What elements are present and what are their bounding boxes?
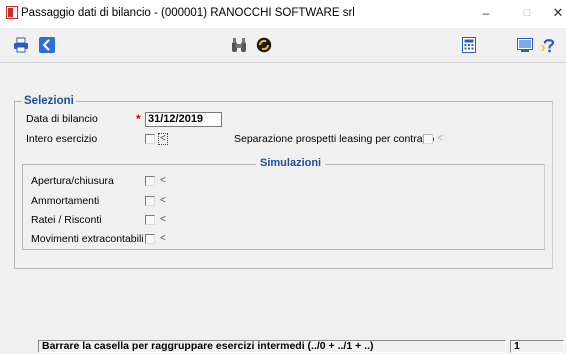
- sim-movimenti-label: Movimenti extracontabili: [31, 233, 144, 245]
- binoculars-icon[interactable]: [231, 37, 247, 53]
- sim-ratei-label: Ratei / Risconti: [31, 214, 102, 226]
- toolbar: [0, 28, 566, 62]
- sim-ammortamenti-arrow: <: [160, 195, 166, 206]
- sim-ratei-arrow: <: [160, 214, 166, 225]
- intero-esercizio-label: Intero esercizio: [26, 133, 98, 145]
- globe-icon[interactable]: [256, 37, 272, 53]
- leasing-label: Separazione prospetti leasing per contra…: [234, 133, 435, 145]
- calculator-icon[interactable]: [461, 37, 477, 53]
- printer-icon[interactable]: [13, 37, 29, 53]
- app-icon: [6, 6, 18, 19]
- monitor-icon[interactable]: [517, 37, 533, 53]
- sim-apertura-arrow: <: [160, 175, 166, 186]
- help-icon[interactable]: [541, 37, 557, 53]
- minimize-button[interactable]: –: [473, 5, 499, 21]
- selezioni-title: Selezioni: [22, 95, 76, 107]
- window-title: Passaggio dati di bilancio - (000001) RA…: [21, 7, 355, 19]
- simulazioni-title: Simulazioni: [256, 157, 326, 169]
- sim-apertura-checkbox[interactable]: [145, 176, 155, 186]
- status-message: Barrare la casella per raggruppare eserc…: [38, 340, 506, 353]
- sim-ratei-checkbox[interactable]: [145, 215, 155, 225]
- sim-movimenti-checkbox[interactable]: [145, 234, 155, 244]
- main-panel: Selezioni Data di bilancio * 31/12/2019 …: [0, 62, 566, 340]
- data-bilancio-label: Data di bilancio: [26, 113, 98, 125]
- maximize-button[interactable]: □: [514, 5, 540, 21]
- required-mark: *: [136, 112, 141, 126]
- close-button[interactable]: ✕: [545, 5, 566, 21]
- sim-ammortamenti-label: Ammortamenti: [31, 195, 100, 207]
- sim-apertura-label: Apertura/chiusura: [31, 175, 114, 187]
- intero-esercizio-arrow[interactable]: <: [158, 133, 168, 145]
- intero-esercizio-checkbox[interactable]: [145, 134, 155, 144]
- data-bilancio-input[interactable]: 31/12/2019: [145, 112, 222, 127]
- leasing-arrow: <: [437, 133, 443, 144]
- leasing-checkbox[interactable]: [423, 134, 433, 144]
- back-arrow-icon[interactable]: [39, 37, 55, 53]
- sim-ammortamenti-checkbox[interactable]: [145, 196, 155, 206]
- sim-movimenti-arrow: <: [160, 233, 166, 244]
- title-bar: Passaggio dati di bilancio - (000001) RA…: [0, 0, 566, 29]
- status-page: 1: [510, 340, 564, 353]
- status-bar: Barrare la casella per raggruppare eserc…: [0, 338, 566, 354]
